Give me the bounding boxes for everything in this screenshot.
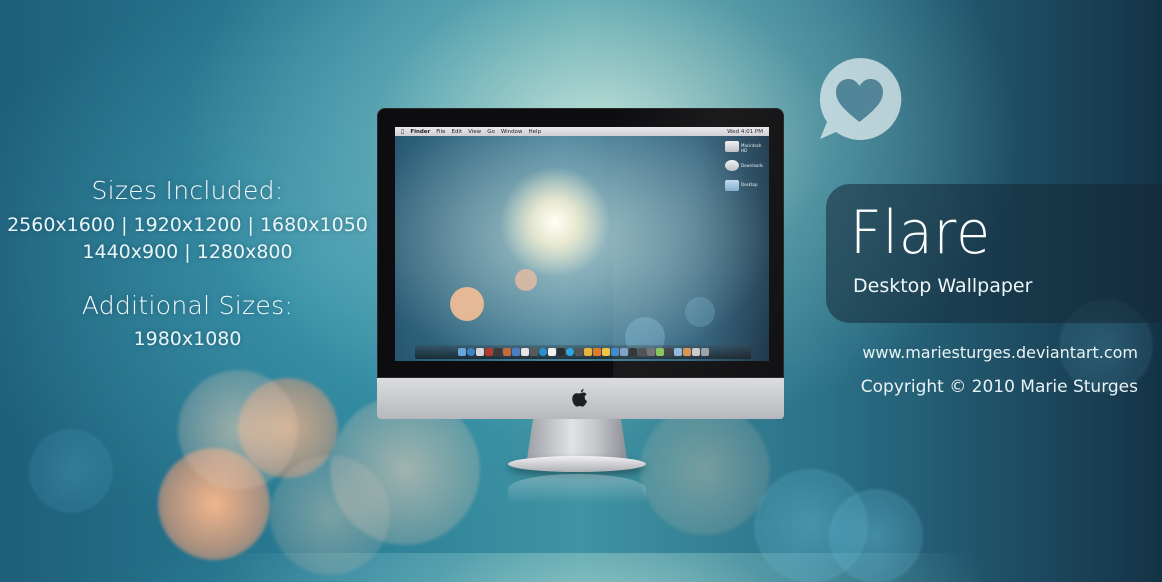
sizes-line-2: 1440x900 | 1280x800 (82, 241, 293, 263)
bokeh-peach-mid (640, 405, 770, 535)
dock-app-icon-9 (547, 348, 556, 356)
dock-app-icon-7 (529, 348, 538, 356)
imac-foot (508, 456, 646, 472)
screen-dock (415, 345, 751, 359)
menubar-item-window: Window (497, 128, 523, 135)
folder-icon (725, 180, 739, 191)
desktop-item-label-downloads: Downloads (741, 163, 763, 168)
apple-logo-icon (571, 388, 589, 408)
dock-app-icon-4 (502, 348, 511, 356)
dock-app-icon-2 (484, 348, 493, 356)
wallpaper-title: Flare (850, 198, 991, 268)
downloads-icon (725, 160, 739, 171)
dock-app-icon-8 (538, 348, 547, 356)
menubar-clock: Wed 4:01 PM (727, 128, 763, 135)
imac-screen:  Finder File Edit View Go Window Help W… (395, 127, 769, 361)
dock-app-icon-1 (475, 348, 484, 356)
apple-logo-shape (572, 389, 587, 407)
desktop-item-label-hd: Macintosh HD (741, 143, 762, 153)
imac-chin (377, 378, 784, 419)
menubar-apple-icon:  (401, 129, 404, 135)
bokeh-cyan-right-2 (830, 490, 922, 582)
dock-app-icon-25 (691, 348, 700, 356)
dock-safari-icon (466, 348, 475, 356)
menubar-item-go: Go (483, 128, 495, 135)
bokeh-peach-lower (270, 455, 390, 575)
additional-sizes-line: 1980x1080 (133, 328, 242, 350)
dock-finder-icon (457, 348, 466, 356)
dock-app-icon-18 (628, 348, 637, 356)
heart-speech-bubble-icon (816, 56, 903, 143)
dock-app-icon-20 (646, 348, 655, 356)
dock-app-icon-17 (619, 348, 628, 356)
dock-app-icon-23 (673, 348, 682, 356)
screen-bokeh-blue-2 (685, 297, 715, 327)
bokeh-cyan-left (30, 430, 112, 512)
dock-trash-icon (700, 348, 709, 356)
menubar-item-view: View (464, 128, 481, 135)
dock-app-icon-14 (592, 348, 601, 356)
screen-menubar:  Finder File Edit View Go Window Help W… (395, 127, 769, 136)
sizes-line-1: 2560x1600 | 1920x1200 | 1680x1050 (7, 214, 368, 236)
menubar-item-edit: Edit (448, 128, 462, 135)
author-url: www.mariesturges.deviantart.com (862, 343, 1138, 362)
imac-reflection (508, 474, 646, 504)
dock-app-icon-15 (601, 348, 610, 356)
heart-bubble-svg (819, 57, 902, 140)
dock-app-icon-3 (493, 348, 502, 356)
imac-mockup:  Finder File Edit View Go Window Help W… (377, 108, 784, 419)
imac-stand (527, 419, 627, 459)
dock-app-icon-13 (583, 348, 592, 356)
dock-app-icon-11 (565, 348, 574, 356)
screen-bokeh-orange-small (515, 269, 537, 291)
sizes-included-heading: Sizes Included: (91, 176, 284, 205)
dock-app-icon-21 (655, 348, 664, 356)
menubar-item-file: File (432, 128, 445, 135)
dock-app-icon-10 (556, 348, 565, 356)
dock-app-icon-5 (511, 348, 520, 356)
copyright-notice: Copyright © 2010 Marie Sturges (860, 377, 1138, 397)
dock-app-icon-22 (664, 348, 673, 356)
desktop-item-label-desktop: Desktop (741, 182, 758, 187)
dock-app-icon-24 (682, 348, 691, 356)
dock-app-icon-16 (610, 348, 619, 356)
bokeh-peach-left (178, 370, 298, 490)
imac-bezel:  Finder File Edit View Go Window Help W… (377, 108, 784, 378)
screen-bokeh-orange (450, 287, 484, 321)
menubar-item-help: Help (525, 128, 542, 135)
dock-app-icon-6 (520, 348, 529, 356)
additional-sizes-heading: Additional Sizes: (81, 291, 294, 320)
dock-app-icon-12 (574, 348, 583, 356)
menubar-item-finder: Finder (407, 128, 430, 135)
wallpaper-subtitle: Desktop Wallpaper (853, 275, 1033, 297)
hard-drive-icon (725, 141, 739, 152)
dock-app-icon-19 (637, 348, 646, 356)
